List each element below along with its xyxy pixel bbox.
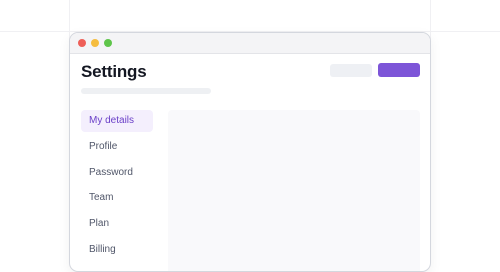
sidebar-item-billing[interactable]: Billing: [81, 239, 153, 261]
sidebar-item-label: My details: [89, 115, 135, 126]
maximize-window-icon[interactable]: [104, 39, 112, 47]
sidebar-item-my-details[interactable]: My details: [81, 110, 153, 132]
sidebar-item-label: Team: [89, 192, 114, 204]
sidebar-item-profile[interactable]: Profile: [81, 136, 153, 158]
sidebar-item-label: Password: [89, 166, 133, 178]
app-window: Settings My details Profile Password Tea…: [69, 32, 431, 272]
page-title: Settings: [81, 62, 147, 81]
primary-action-button[interactable]: [378, 63, 420, 77]
close-window-icon[interactable]: [78, 39, 86, 47]
sidebar-item-team[interactable]: Team: [81, 187, 153, 209]
secondary-action-button[interactable]: [330, 64, 372, 77]
sidebar-item-password[interactable]: Password: [81, 162, 153, 184]
settings-sidebar: My details Profile Password Team Plan Bi…: [81, 110, 153, 265]
sidebar-item-label: Billing: [89, 243, 116, 255]
subtitle-placeholder: [81, 88, 211, 94]
minimize-window-icon[interactable]: [91, 39, 99, 47]
sidebar-item-plan[interactable]: Plan: [81, 213, 153, 235]
sidebar-item-label: Profile: [89, 140, 118, 152]
settings-content-panel: [168, 110, 420, 271]
window-titlebar: [70, 33, 430, 54]
sidebar-item-label: Plan: [89, 218, 110, 230]
